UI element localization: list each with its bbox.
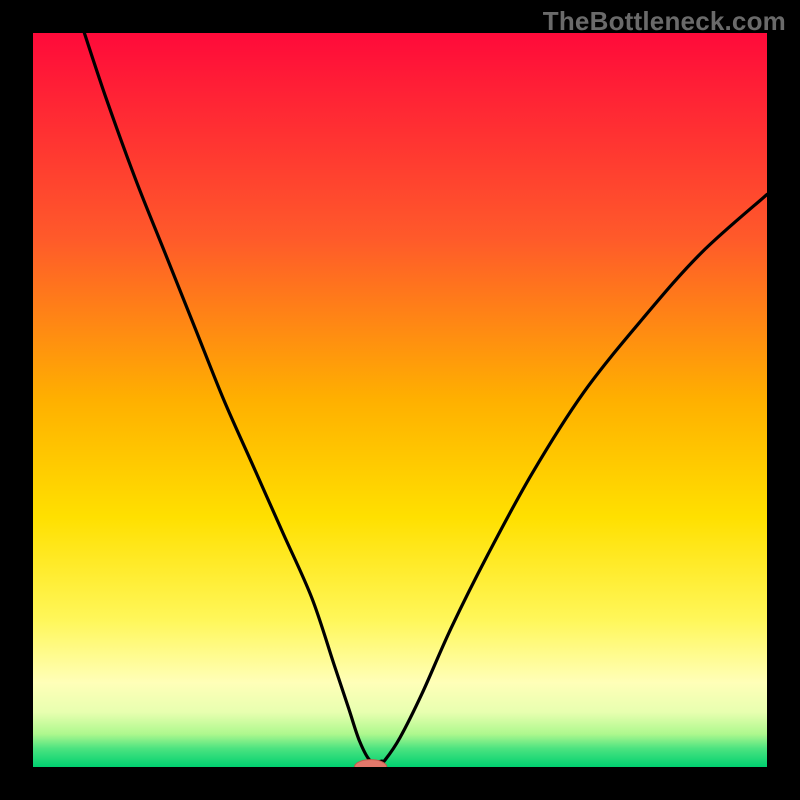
watermark-text: TheBottleneck.com [543,6,786,37]
bottleneck-chart [0,0,800,800]
chart-frame: { "watermark": "TheBottleneck.com", "col… [0,0,800,800]
plot-background [33,33,767,767]
minimum-marker [354,760,386,775]
